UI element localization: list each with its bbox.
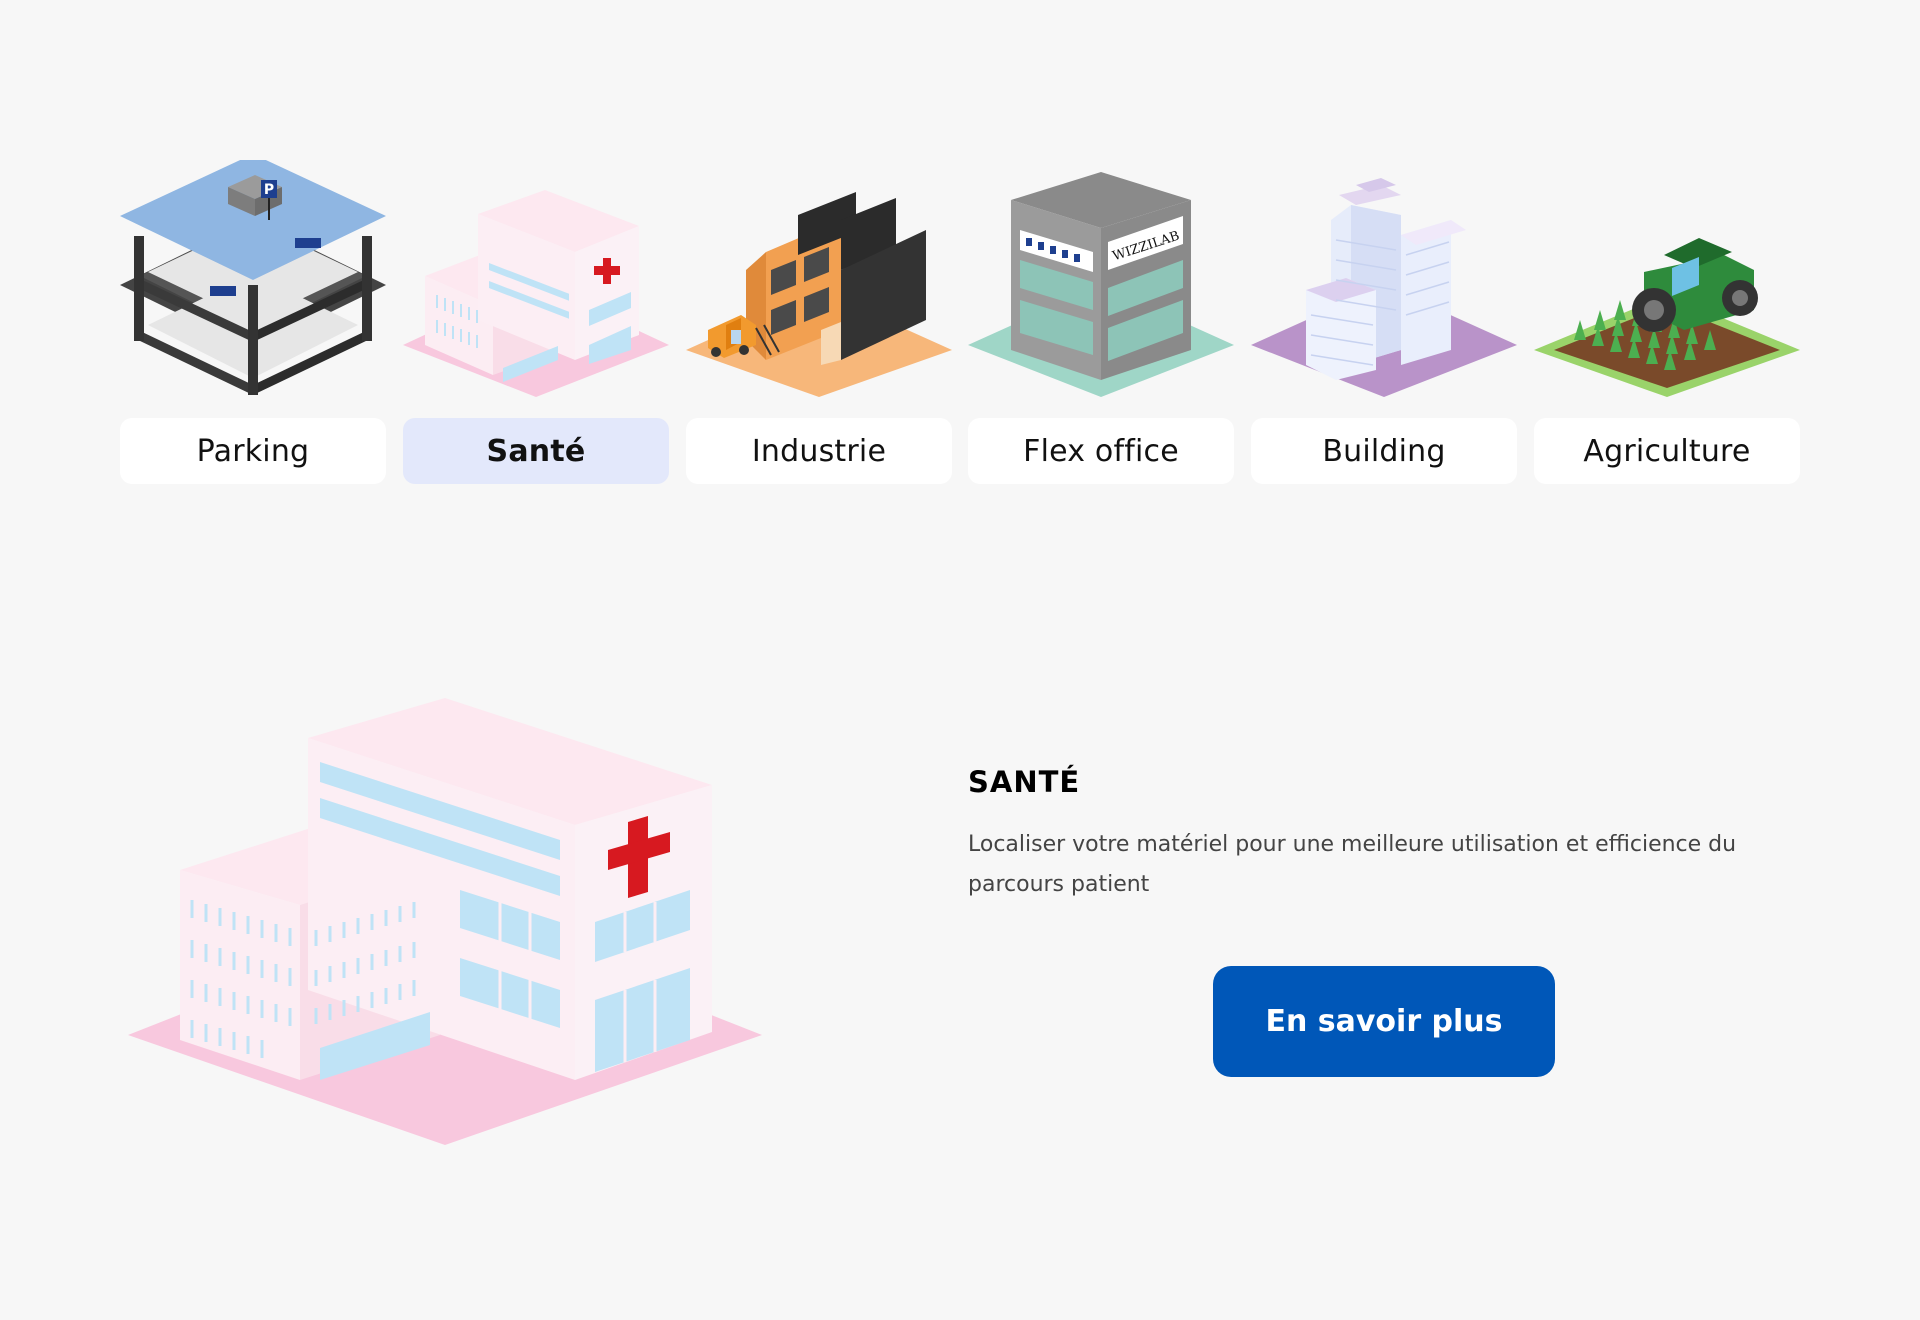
hospital-large-icon: [120, 690, 770, 1160]
sector-label: Building: [1251, 418, 1517, 484]
sector-detail: SANTÉ Localiser votre matériel pour une …: [968, 765, 1768, 905]
sector-label: Industrie: [686, 418, 952, 484]
detail-description: Localiser votre matériel pour une meille…: [968, 832, 1737, 897]
sector-building[interactable]: Building: [1251, 160, 1517, 486]
sector-label: Santé: [403, 418, 669, 484]
sector-label: Agriculture: [1534, 418, 1800, 484]
sector-flex-office[interactable]: WIZZILAB Flex office: [968, 160, 1234, 486]
parking-sign: P: [264, 182, 274, 198]
sector-label: Parking: [120, 418, 386, 484]
parking-garage-icon: P: [120, 160, 386, 400]
skyscraper-icon: [1251, 160, 1517, 400]
sector-label: Flex office: [968, 418, 1234, 484]
sector-parking[interactable]: P Parking: [120, 160, 386, 486]
detail-title: SANTÉ: [968, 765, 1081, 799]
sector-agriculture[interactable]: Agriculture: [1534, 160, 1800, 486]
tractor-field-icon: [1534, 160, 1800, 400]
hospital-icon: [403, 160, 669, 400]
sector-sante[interactable]: Santé: [403, 160, 669, 486]
learn-more-button[interactable]: En savoir plus: [1213, 966, 1555, 1077]
factory-icon: [686, 160, 952, 400]
office-building-icon: WIZZILAB: [968, 160, 1234, 400]
sector-industrie[interactable]: Industrie: [686, 160, 952, 486]
